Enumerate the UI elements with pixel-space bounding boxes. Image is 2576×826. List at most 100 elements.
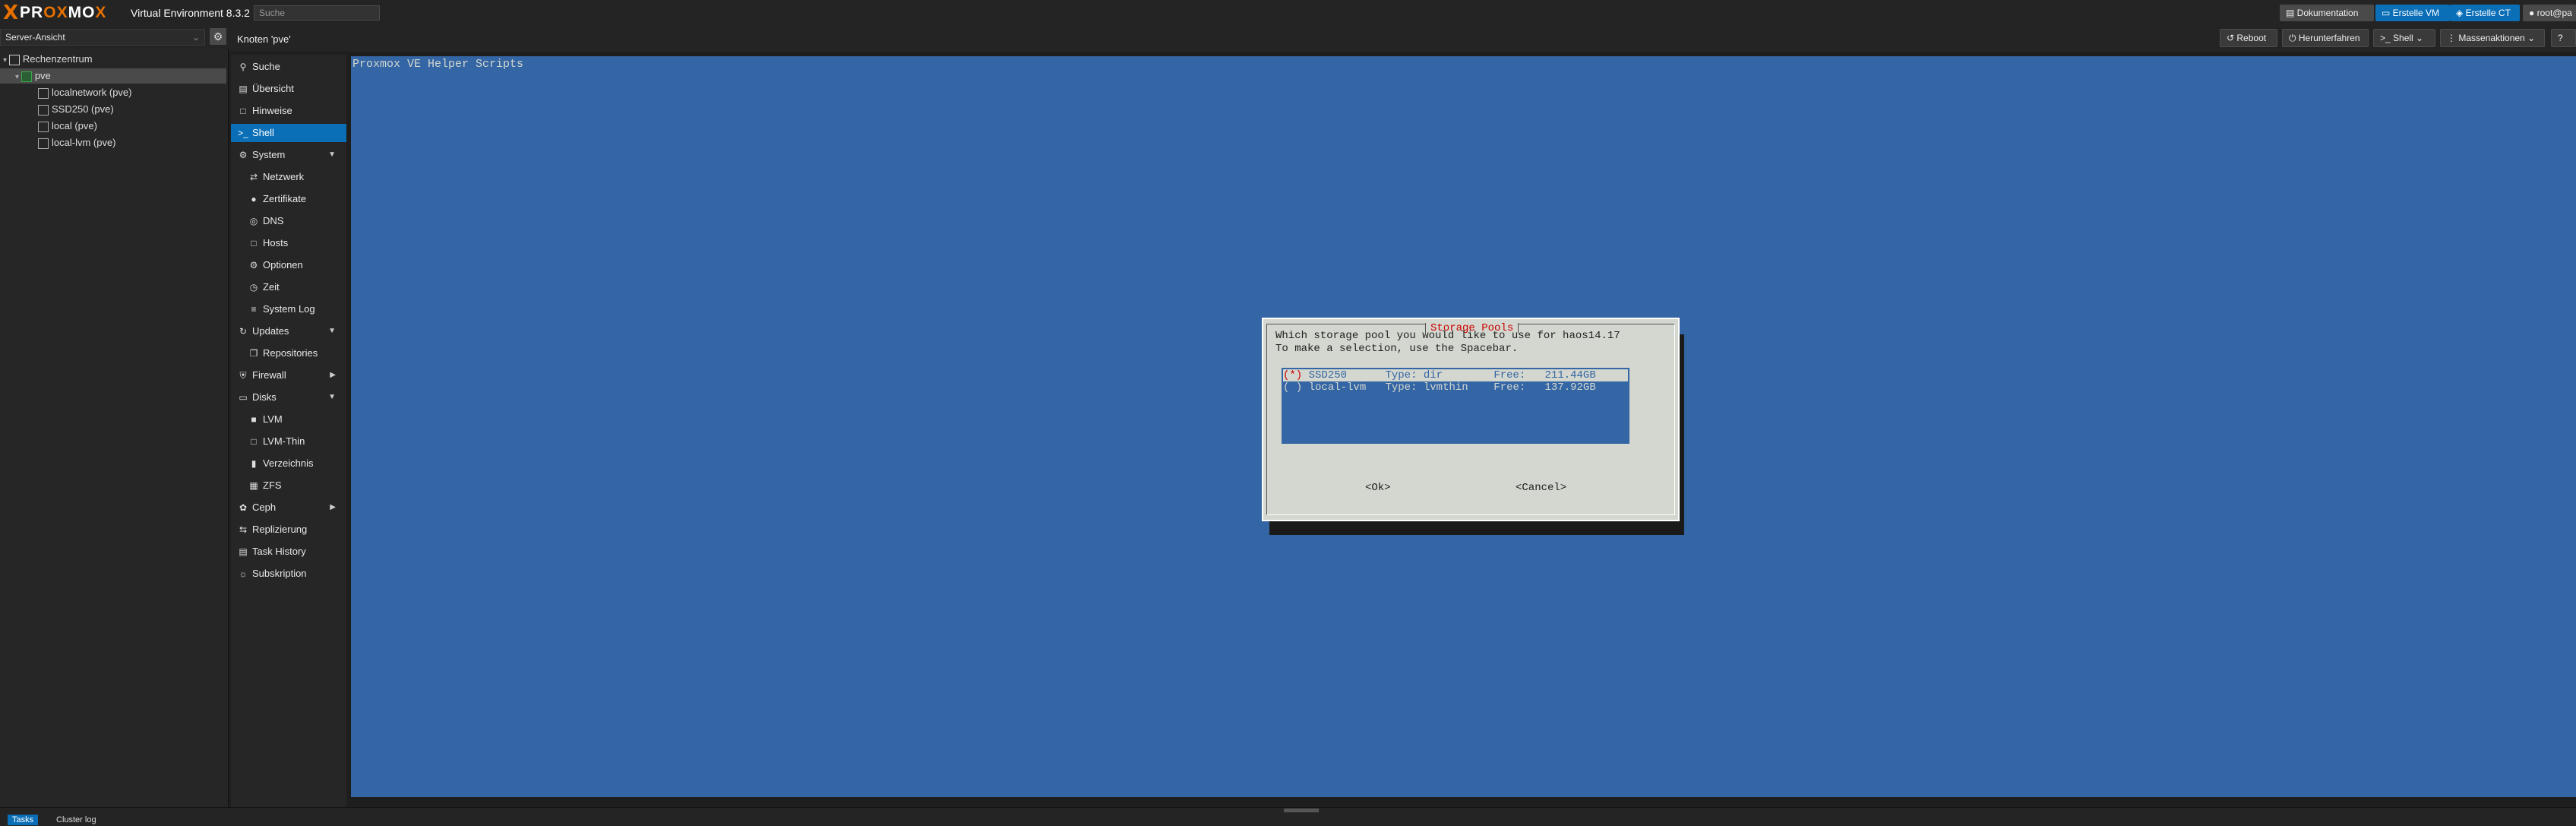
tree-item-storage[interactable]: local-lvm (pve) (38, 135, 116, 150)
nav-item-lvm-thin[interactable]: □ LVM-Thin (231, 432, 346, 451)
create-vm-button[interactable]: ▭ Erstelle VM (2375, 5, 2450, 21)
undo-icon: ↺ (2227, 33, 2237, 43)
cancel-button[interactable]: <Cancel> (1516, 482, 1566, 494)
storage-option-local-lvm[interactable]: ( ) local-lvm Type: lvmthin Free: 137.92… (1283, 381, 1628, 394)
nav-item-dns[interactable]: ◎ DNS (231, 212, 346, 230)
gears-icon: ⚙ (239, 150, 248, 160)
logo-x-icon: X (3, 2, 19, 24)
proxmox-logo[interactable]: X PROXMOX (3, 2, 106, 24)
tab-tasks[interactable]: Tasks (8, 815, 39, 825)
ellipsis-icon: ⋮ (2447, 33, 2459, 43)
storage-pool-dialog: Storage Pools Which storage pool you wou… (1262, 318, 1680, 521)
certificate-icon: ● (251, 194, 257, 204)
nav-item-disks[interactable]: ▭ Disks ▼ (231, 388, 346, 407)
database-icon (38, 104, 49, 116)
shell-menu-button[interactable]: >_ Shell ⌄ (2373, 29, 2435, 47)
view-selector[interactable]: Server-Ansicht ⌄ (0, 29, 205, 46)
book-icon: ▤ (2286, 8, 2297, 18)
panel-splitter[interactable] (1284, 809, 1319, 812)
tree-item-storage[interactable]: local (pve) (38, 119, 97, 134)
product-version: Virtual Environment 8.3.2 (131, 7, 250, 19)
database-icon (38, 121, 49, 132)
network-icon (38, 87, 49, 99)
nav-item-time[interactable]: ◷ Zeit (231, 278, 346, 296)
square-outline-icon: □ (251, 436, 257, 447)
gear-icon: ⚙ (249, 260, 258, 271)
terminal-title: Proxmox VE Helper Scripts (352, 58, 524, 71)
caret-down-icon: ▼ (328, 150, 336, 159)
resource-tree: ▾ Rechenzentrum ▾ pve localnetwork (pve)… (0, 49, 229, 807)
chevron-down-icon: ⌄ (2416, 33, 2424, 43)
list-alt-icon: ▤ (239, 546, 248, 557)
nav-item-notes[interactable]: □ Hinweise (231, 102, 346, 120)
nav-item-subscription[interactable]: ☼ Subskription (231, 565, 346, 583)
documentation-button[interactable]: ▤ Dokumentation (2280, 5, 2374, 21)
radio-selected-icon[interactable]: (*) (1283, 369, 1302, 381)
nav-item-zfs[interactable]: ▦ ZFS (231, 476, 346, 495)
support-icon: ☼ (239, 568, 248, 579)
cube-icon: ◈ (2456, 8, 2466, 18)
nav-item-system[interactable]: ⚙ System ▼ (231, 146, 346, 164)
nav-item-repositories[interactable]: ❐ Repositories (231, 344, 346, 362)
dialog-prompt: Which storage pool you would like to use… (1275, 330, 1620, 342)
nav-item-certificates[interactable]: ● Zertifikate (231, 190, 346, 208)
file-icon: □ (251, 238, 257, 248)
nav-item-ceph[interactable]: ✿ Ceph ▶ (231, 498, 346, 517)
shield-icon: ⛨ (239, 370, 247, 381)
power-off-icon: ⏻ (2289, 33, 2299, 43)
hdd-icon: ▭ (239, 392, 248, 403)
logo-wordmark: PROXMOX (20, 4, 107, 21)
terminal-icon: >_ (2380, 33, 2394, 43)
nav-item-task-history[interactable]: ▤ Task History (231, 543, 346, 561)
nav-item-search[interactable]: ⚲ Suche (231, 58, 346, 76)
bulk-actions-button[interactable]: ⋮ Massenaktionen ⌄ (2440, 29, 2545, 47)
tree-item-storage[interactable]: SSD250 (pve) (38, 102, 114, 117)
nav-item-replication[interactable]: ⇆ Replizierung (231, 521, 346, 539)
caret-right-icon: ▶ (330, 503, 336, 511)
help-button[interactable]: ? (2551, 29, 2576, 47)
network-icon: ⇄ (249, 172, 258, 182)
tree-item-datacenter[interactable]: ▾ Rechenzentrum (3, 52, 223, 67)
tree-item-node-pve[interactable]: ▾ pve (0, 68, 226, 84)
server-icon (8, 54, 20, 65)
gear-icon[interactable]: ⚙ (210, 28, 226, 45)
nav-item-updates[interactable]: ↻ Updates ▼ (231, 322, 346, 340)
storage-option-ssd250[interactable]: (*) SSD250 Type: dir Free: 211.44GB (1283, 369, 1628, 381)
nav-item-firewall[interactable]: ⛨ Firewall ▶ (231, 366, 346, 385)
storage-pool-list[interactable]: (*) SSD250 Type: dir Free: 211.44GB ( ) … (1282, 368, 1629, 444)
database-icon (38, 138, 49, 149)
tree-item-storage[interactable]: localnetwork (pve) (38, 85, 132, 100)
list-icon: ≡ (251, 304, 257, 315)
nav-item-system-log[interactable]: ≡ System Log (231, 300, 346, 318)
nav-item-lvm[interactable]: ■ LVM (231, 410, 346, 429)
user-menu-button[interactable]: ● root@pa (2523, 5, 2576, 21)
nav-item-options[interactable]: ⚙ Optionen (231, 256, 346, 274)
collapse-icon: ▾ (15, 73, 21, 81)
page-title: Knoten 'pve' (237, 33, 291, 45)
square-icon: ■ (251, 414, 257, 425)
node-toolbar (0, 26, 2576, 52)
shutdown-button[interactable]: ⏻ Herunterfahren (2282, 29, 2369, 47)
nav-item-hosts[interactable]: □ Hosts (231, 234, 346, 252)
folder-icon: ▮ (251, 458, 257, 469)
nav-item-overview[interactable]: ▤ Übersicht (231, 80, 346, 98)
search-input[interactable]: Suche (254, 5, 380, 21)
retweet-icon: ⇆ (239, 524, 248, 535)
globe-icon: ◎ (249, 216, 258, 226)
chevron-down-icon: ⌄ (191, 32, 200, 43)
dialog-hint: To make a selection, use the Spacebar. (1275, 343, 1519, 355)
ok-button[interactable]: <Ok> (1365, 482, 1391, 494)
book-icon: ▤ (239, 84, 248, 94)
nav-item-network[interactable]: ⇄ Netzwerk (231, 168, 346, 186)
nav-item-directory[interactable]: ▮ Verzeichnis (231, 454, 346, 473)
reboot-button[interactable]: ↺ Reboot (2220, 29, 2277, 47)
radio-unselected-icon[interactable]: ( ) (1283, 381, 1302, 394)
nav-item-shell[interactable]: >_ Shell (231, 124, 346, 142)
th-large-icon: ▦ (249, 480, 258, 491)
caret-down-icon: ▼ (328, 327, 336, 335)
node-online-icon (21, 71, 32, 82)
create-ct-button[interactable]: ◈ Erstelle CT (2450, 5, 2520, 21)
tab-cluster-log[interactable]: Cluster log (52, 815, 101, 825)
top-bar: X PROXMOX Virtual Environment 8.3.2 Such… (0, 0, 2576, 27)
refresh-icon: ↻ (239, 326, 248, 337)
